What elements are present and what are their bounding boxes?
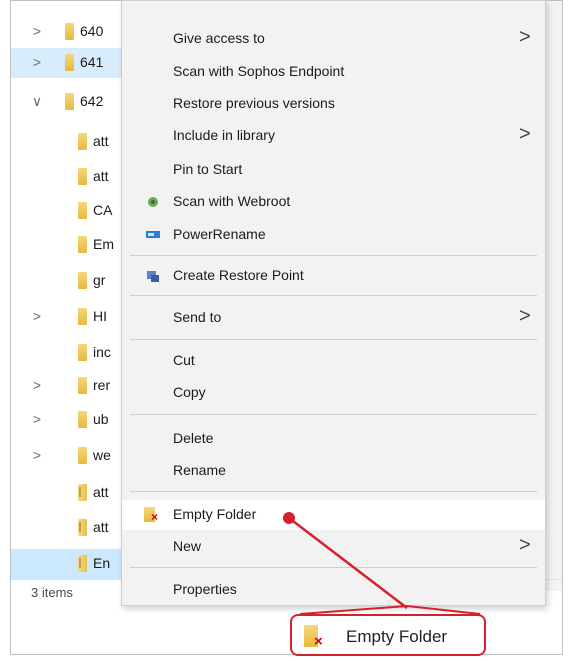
callout-tail (299, 604, 481, 615)
callout-line (288, 517, 408, 609)
callout-label: Empty Folder (346, 627, 448, 646)
empty-folder-callout: × Empty Folder (290, 614, 486, 656)
callout-pointer (283, 512, 481, 615)
empty-folder-icon: × (304, 625, 326, 649)
